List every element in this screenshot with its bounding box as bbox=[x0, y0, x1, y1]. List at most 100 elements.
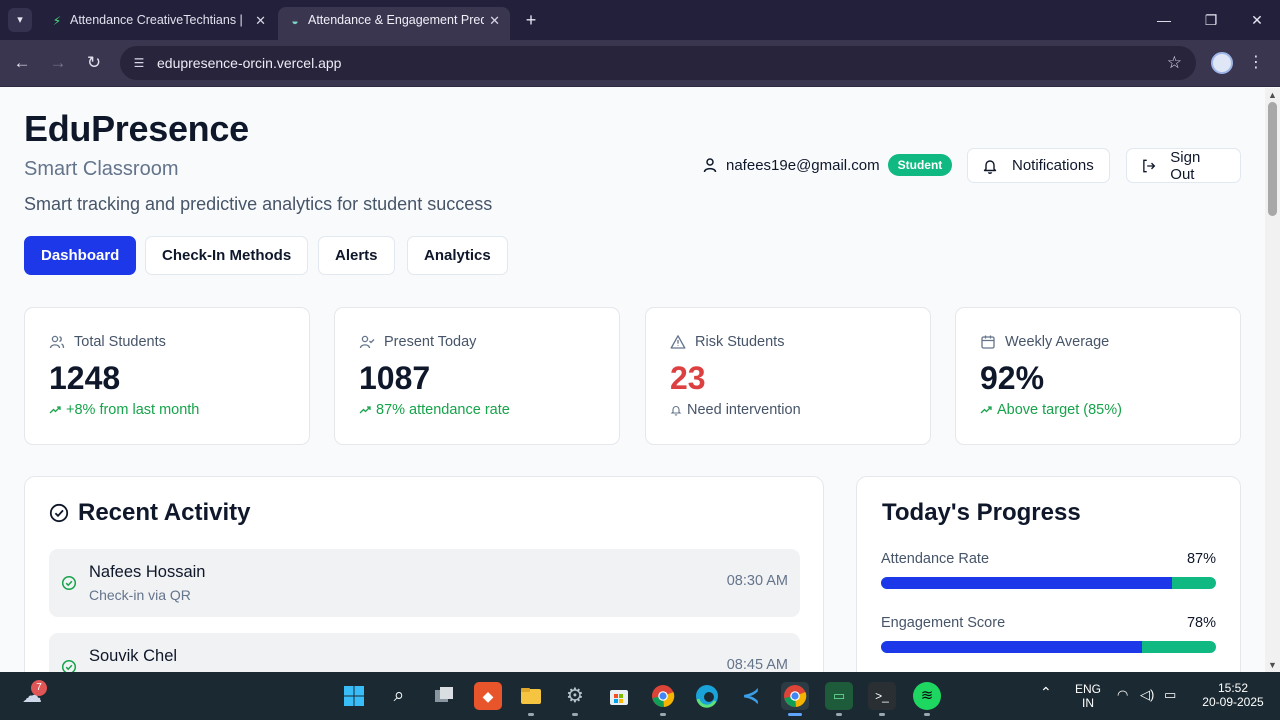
edge-browser-icon[interactable] bbox=[693, 682, 721, 710]
taskbar-running-indicator bbox=[836, 713, 842, 716]
back-button[interactable]: ← bbox=[9, 50, 35, 76]
activity-name: Souvik Chel bbox=[89, 647, 178, 665]
search-icon[interactable]: ⌕ bbox=[385, 682, 413, 710]
tab-alerts[interactable]: Alerts bbox=[318, 236, 395, 275]
clock[interactable]: 15:52 20-09-2025 bbox=[1200, 681, 1266, 709]
site-settings-icon[interactable]: ☰ bbox=[130, 54, 148, 72]
notifications-label: Notifications bbox=[1012, 157, 1094, 174]
chrome-active-icon[interactable] bbox=[781, 682, 809, 710]
browser-tab-lovable[interactable]: ⚡ Attendance CreativeTechtians | Lovable… bbox=[40, 7, 276, 40]
trending-up-icon bbox=[49, 406, 61, 414]
scrollbar-thumb[interactable] bbox=[1268, 102, 1277, 216]
battery-icon[interactable]: ▭ bbox=[1164, 687, 1176, 703]
progress-value: 78% bbox=[1186, 615, 1216, 631]
settings-gear-icon[interactable]: ⚙ bbox=[561, 682, 589, 710]
terminal-icon[interactable]: >_ bbox=[868, 682, 896, 710]
new-tab-button[interactable]: + bbox=[520, 8, 542, 32]
url-text: edupresence-orcin.vercel.app bbox=[157, 55, 342, 71]
stat-note: 87% attendance rate bbox=[376, 402, 510, 418]
language-indicator[interactable]: ENG IN bbox=[1072, 682, 1104, 710]
users-icon bbox=[49, 335, 65, 349]
stat-value: 1087 bbox=[359, 360, 431, 396]
profile-avatar[interactable] bbox=[1211, 52, 1233, 74]
taskbar-active-indicator bbox=[788, 713, 802, 716]
app-subtitle: Smart Classroom bbox=[24, 158, 179, 180]
browser-menu-icon[interactable]: ⋮ bbox=[1248, 52, 1264, 74]
progress-bar-fill bbox=[881, 641, 1143, 653]
tab-analytics[interactable]: Analytics bbox=[407, 236, 508, 275]
scroll-up-arrow-icon[interactable]: ▲ bbox=[1268, 90, 1277, 100]
activity-detail: Check-in via QR bbox=[89, 587, 191, 603]
vscode-icon[interactable]: ≺ bbox=[737, 682, 765, 710]
stat-value: 1248 bbox=[49, 360, 121, 396]
brave-browser-icon[interactable]: ◆ bbox=[474, 682, 502, 710]
chrome-icon[interactable] bbox=[649, 682, 677, 710]
stat-card-present-today: Present Today 1087 87% attendance rate bbox=[334, 307, 620, 445]
forward-button[interactable]: → bbox=[45, 50, 71, 76]
file-explorer-icon[interactable] bbox=[517, 682, 545, 710]
scroll-down-arrow-icon[interactable]: ▼ bbox=[1268, 660, 1277, 670]
stat-note-row: Need intervention bbox=[670, 402, 801, 418]
stat-value: 92% bbox=[980, 360, 1045, 396]
progress-label: Attendance Rate bbox=[881, 551, 990, 567]
notifications-button[interactable]: Notifications bbox=[967, 148, 1110, 183]
activity-time: 08:45 AM bbox=[726, 657, 788, 672]
sign-out-button[interactable]: Sign Out bbox=[1126, 148, 1241, 183]
stat-card-total-students: Total Students 1248 +8% from last month bbox=[24, 307, 310, 445]
reload-button[interactable]: ↻ bbox=[81, 50, 107, 76]
activity-item: Souvik Chel 08:45 AM bbox=[49, 633, 800, 672]
recent-activity-title: Recent Activity bbox=[78, 499, 251, 526]
activity-name: Nafees Hossain bbox=[89, 563, 206, 581]
microsoft-store-icon[interactable] bbox=[605, 682, 633, 710]
stat-label-row: Present Today bbox=[359, 334, 476, 350]
stat-label-row: Weekly Average bbox=[980, 334, 1109, 350]
address-bar[interactable]: ☰ edupresence-orcin.vercel.app ☆ bbox=[120, 46, 1196, 80]
show-hidden-icons-chevron-icon[interactable]: ⌃ bbox=[1040, 684, 1052, 701]
stat-label-row: Risk Students bbox=[670, 334, 784, 350]
trending-up-icon bbox=[980, 406, 992, 414]
minimize-button[interactable]: — bbox=[1141, 0, 1187, 40]
page-content: EduPresence Smart Classroom Smart tracki… bbox=[0, 88, 1265, 672]
close-window-button[interactable]: ✕ bbox=[1234, 0, 1280, 40]
tab-check-in-methods[interactable]: Check-In Methods bbox=[145, 236, 309, 275]
stat-note-row: +8% from last month bbox=[49, 402, 199, 418]
tab-close-icon[interactable]: ✕ bbox=[489, 7, 500, 34]
tab-search-dropdown[interactable]: ▾ bbox=[8, 8, 32, 32]
app-tagline: Smart tracking and predictive analytics … bbox=[24, 194, 493, 214]
check-circle-icon bbox=[61, 575, 77, 591]
stat-note: +8% from last month bbox=[66, 402, 200, 418]
tab-title: Attendance CreativeTechtians | Lovable bbox=[70, 13, 246, 27]
tab-close-icon[interactable]: ✕ bbox=[255, 7, 266, 34]
task-view-icon[interactable] bbox=[430, 682, 458, 710]
stat-card-risk-students: Risk Students 23 Need intervention bbox=[645, 307, 931, 445]
trending-up-icon bbox=[359, 406, 371, 414]
lovable-favicon-icon: ⚡ bbox=[52, 14, 62, 28]
bookmark-star-icon[interactable]: ☆ bbox=[1167, 46, 1182, 80]
volume-icon[interactable]: ◁) bbox=[1140, 687, 1154, 703]
browser-tab-edupresence[interactable]: ◒ Attendance & Engagement Predictor ✕ bbox=[278, 7, 510, 40]
sign-out-label: Sign Out bbox=[1170, 148, 1201, 183]
app-favicon-icon: ◒ bbox=[291, 14, 299, 28]
recent-activity-heading: Recent Activity bbox=[49, 499, 251, 527]
wifi-icon[interactable]: ◠ bbox=[1117, 687, 1128, 703]
taskbar-running-indicator bbox=[528, 713, 534, 716]
spotify-icon[interactable]: ≋ bbox=[913, 682, 941, 710]
taskbar-running-indicator bbox=[879, 713, 885, 716]
activity-time: 08:30 AM bbox=[726, 573, 788, 589]
page-scrollbar[interactable]: ▲ ▼ bbox=[1265, 88, 1280, 672]
start-windows-icon[interactable] bbox=[340, 682, 368, 710]
user-info: nafees19e@gmail.com Student bbox=[702, 154, 953, 176]
browser-tab-strip: ▾ ⚡ Attendance CreativeTechtians | Lovab… bbox=[0, 0, 1280, 40]
check-circle-icon bbox=[49, 503, 69, 523]
tab-dashboard[interactable]: Dashboard bbox=[24, 236, 137, 275]
tab-title: Attendance & Engagement Predictor bbox=[308, 13, 484, 27]
restore-button[interactable]: ❐ bbox=[1188, 0, 1234, 40]
android-studio-icon[interactable]: ▭ bbox=[825, 682, 853, 710]
taskbar-running-indicator bbox=[924, 713, 930, 716]
progress-bar bbox=[881, 641, 1216, 653]
stat-label-row: Total Students bbox=[49, 334, 166, 350]
progress-bar bbox=[881, 577, 1216, 589]
weather-badge: 7 bbox=[31, 680, 47, 696]
log-out-icon bbox=[1143, 159, 1156, 172]
todays-progress-card: Today's Progress Attendance Rate 87% Eng… bbox=[856, 476, 1241, 672]
